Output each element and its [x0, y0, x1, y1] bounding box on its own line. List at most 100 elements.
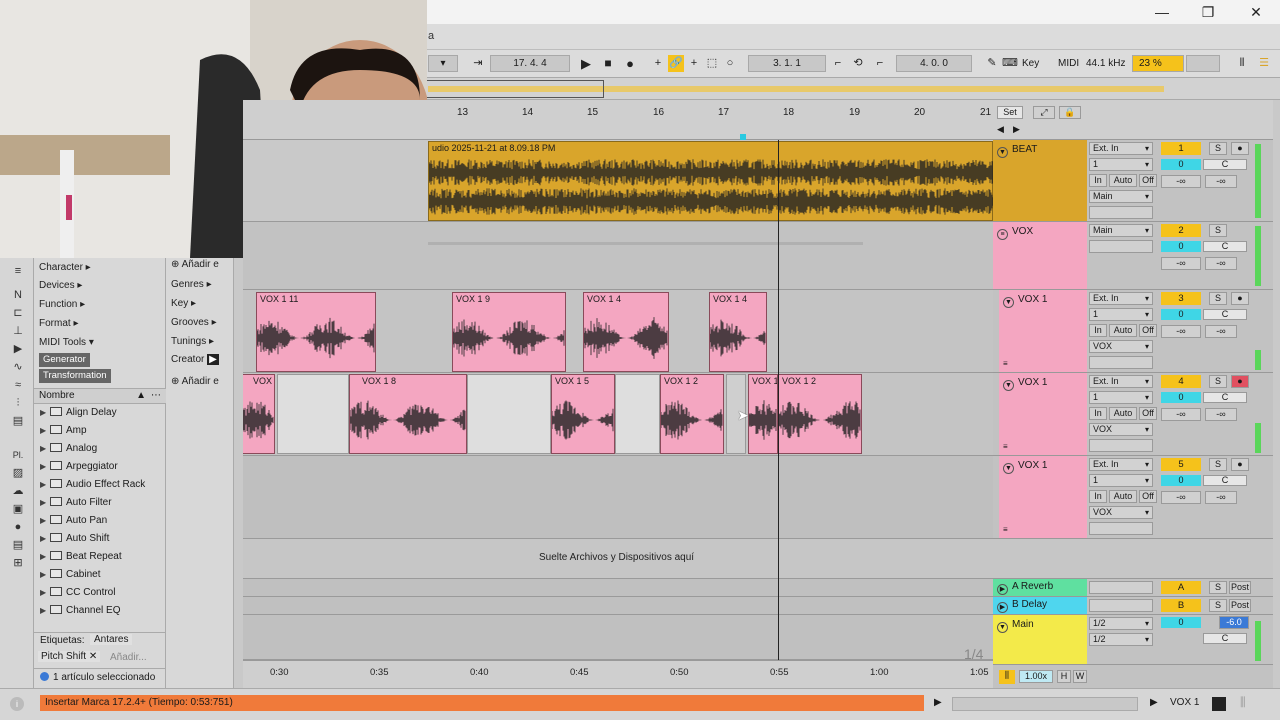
clip-gap[interactable]: [467, 374, 551, 454]
category-devices[interactable]: Devices ▸: [39, 279, 82, 293]
solo-button[interactable]: S: [1209, 142, 1227, 155]
automation-icon[interactable]: ⫼: [999, 670, 1015, 684]
drop-zone[interactable]: Suelte Archivos y Dispositivos aquí: [243, 539, 993, 579]
send-b[interactable]: -∞: [1205, 325, 1237, 338]
lane-vox-group[interactable]: [243, 222, 993, 290]
expand-icon[interactable]: ▶: [40, 602, 50, 619]
lane-vox1-c[interactable]: [243, 456, 993, 539]
expand-icon[interactable]: ▶: [40, 494, 50, 511]
clip-gap[interactable]: [277, 374, 349, 454]
waveform-icon[interactable]: ∿: [10, 360, 26, 374]
post-button[interactable]: Post: [1229, 581, 1251, 594]
return-routing[interactable]: [1089, 581, 1153, 594]
list-item[interactable]: ▶ Channel EQ: [40, 602, 164, 619]
tag-antares[interactable]: Antares: [90, 634, 133, 645]
next-locator-icon[interactable]: ▶: [1013, 124, 1020, 135]
monitor-off[interactable]: Off: [1139, 324, 1157, 337]
cpu-meter[interactable]: 23 %: [1132, 55, 1184, 72]
expand-icon[interactable]: ▶: [40, 548, 50, 565]
monitor-in[interactable]: In: [1089, 407, 1107, 420]
lane-main[interactable]: 1/4: [243, 615, 993, 660]
send-a[interactable]: -∞: [1161, 408, 1201, 421]
output-sub[interactable]: [1089, 206, 1153, 219]
output-routing[interactable]: Main: [1089, 224, 1153, 237]
volume-value[interactable]: 0: [1161, 309, 1201, 320]
main-db[interactable]: -6.0: [1219, 616, 1249, 629]
monitor-in[interactable]: In: [1089, 490, 1107, 503]
quantize-dropdown[interactable]: ▾: [428, 55, 458, 72]
pan-value[interactable]: C: [1203, 392, 1247, 403]
midi-effects-icon[interactable]: N: [10, 288, 26, 302]
monitor-off[interactable]: Off: [1139, 174, 1157, 187]
play-preview-icon[interactable]: ▶: [934, 697, 942, 708]
clip-vox-1[interactable]: VOX 1: [748, 374, 778, 454]
cloud-icon[interactable]: ☁: [10, 484, 26, 498]
expand-icon[interactable]: ▶: [40, 566, 50, 583]
category-format[interactable]: Format ▸: [39, 317, 78, 331]
return-letter[interactable]: A: [1161, 581, 1201, 594]
input-channel[interactable]: 1: [1089, 308, 1153, 321]
expand-icon[interactable]: ▶: [40, 476, 50, 493]
list-item[interactable]: ▶ Arpeggiator: [40, 458, 164, 475]
send-a[interactable]: -∞: [1161, 257, 1201, 270]
tag-pitch-shift[interactable]: Pitch Shift ✕: [38, 651, 101, 662]
list-header[interactable]: Nombre ▲ ⋯: [34, 388, 166, 404]
punch-in-icon[interactable]: ⌐: [830, 55, 846, 72]
output-sub[interactable]: [1089, 522, 1153, 535]
monitor-auto[interactable]: Auto: [1109, 407, 1137, 420]
list-item[interactable]: ▶ Auto Pan: [40, 512, 164, 529]
monitor-auto[interactable]: Auto: [1109, 490, 1137, 503]
track-number[interactable]: 5: [1161, 458, 1201, 471]
track-beat[interactable]: ▼BEAT Ext. In 1 In Auto Off Main 1 S ● 0…: [993, 140, 1273, 222]
send-b[interactable]: -∞: [1205, 175, 1237, 188]
clip-vox-1-8[interactable]: VOX 1 8: [349, 374, 467, 454]
output-routing[interactable]: VOX: [1089, 423, 1153, 436]
pan-value[interactable]: C: [1203, 241, 1247, 252]
punch-icon[interactable]: +: [686, 55, 702, 72]
list-item[interactable]: ▶ Align Delay: [40, 404, 164, 421]
remove-tag-icon[interactable]: ✕: [89, 651, 97, 662]
menu-icon[interactable]: ☰: [1256, 55, 1272, 72]
track-name-block[interactable]: ▼ VOX 1 ≡: [999, 290, 1087, 372]
audio-effects-icon[interactable]: ≡: [10, 264, 26, 278]
input-type[interactable]: Ext. In: [1089, 142, 1153, 155]
lane-a-reverb[interactable]: [243, 579, 993, 597]
arrangement-position[interactable]: 17. 4. 4: [490, 55, 570, 72]
output-routing[interactable]: VOX: [1089, 340, 1153, 353]
expand-icon[interactable]: ⤢: [1033, 106, 1055, 119]
bars-icon[interactable]: ⦀: [1234, 55, 1250, 72]
loop-start[interactable]: 3. 1. 1: [748, 55, 826, 72]
solo-button[interactable]: S: [1209, 458, 1227, 471]
fold-icon[interactable]: ▶: [997, 602, 1008, 613]
loop-switch-icon[interactable]: ⟲: [850, 55, 866, 72]
volume-value[interactable]: 0: [1161, 392, 1201, 403]
arrangement-view[interactable]: 13 14 15 16 17 18 19 20 21 udio 2025-11-…: [243, 100, 993, 660]
expand-icon[interactable]: ▶: [40, 440, 50, 457]
library-icon[interactable]: ▣: [10, 502, 26, 516]
list-item[interactable]: ▶ Auto Filter: [40, 494, 164, 511]
monitor-auto[interactable]: Auto: [1109, 174, 1137, 187]
post-button[interactable]: Post: [1229, 599, 1251, 612]
folder-icon[interactable]: ▤: [10, 538, 26, 552]
volume-value[interactable]: 0: [1161, 159, 1201, 170]
add-icon[interactable]: +: [650, 55, 666, 72]
main-input-1[interactable]: 1/2: [1089, 617, 1153, 630]
list-item[interactable]: ▶ Analog: [40, 440, 164, 457]
send-b[interactable]: -∞: [1205, 408, 1237, 421]
punch-out-icon[interactable]: ⌐: [872, 55, 888, 72]
midi-map-button[interactable]: MIDI: [1058, 55, 1079, 72]
draw-mode-icon[interactable]: ✎: [984, 55, 1000, 72]
track-name-block[interactable]: ▼ VOX 1 ≡: [999, 456, 1087, 538]
record-icon[interactable]: ●: [622, 55, 638, 72]
samples-icon[interactable]: ▶: [10, 342, 26, 356]
solo-button[interactable]: S: [1209, 581, 1227, 594]
volume-value[interactable]: 0: [1161, 241, 1201, 252]
track-name-block[interactable]: ▶ A Reverb: [993, 579, 1087, 596]
monitor-in[interactable]: In: [1089, 324, 1107, 337]
sort-icon[interactable]: ▲: [136, 389, 146, 403]
filter-key[interactable]: Key ▸: [171, 297, 196, 311]
packs-icon[interactable]: ▨: [10, 466, 26, 480]
set-locator-button[interactable]: Set: [997, 106, 1023, 119]
send-a[interactable]: -∞: [1161, 325, 1201, 338]
monitor-off[interactable]: Off: [1139, 490, 1157, 503]
